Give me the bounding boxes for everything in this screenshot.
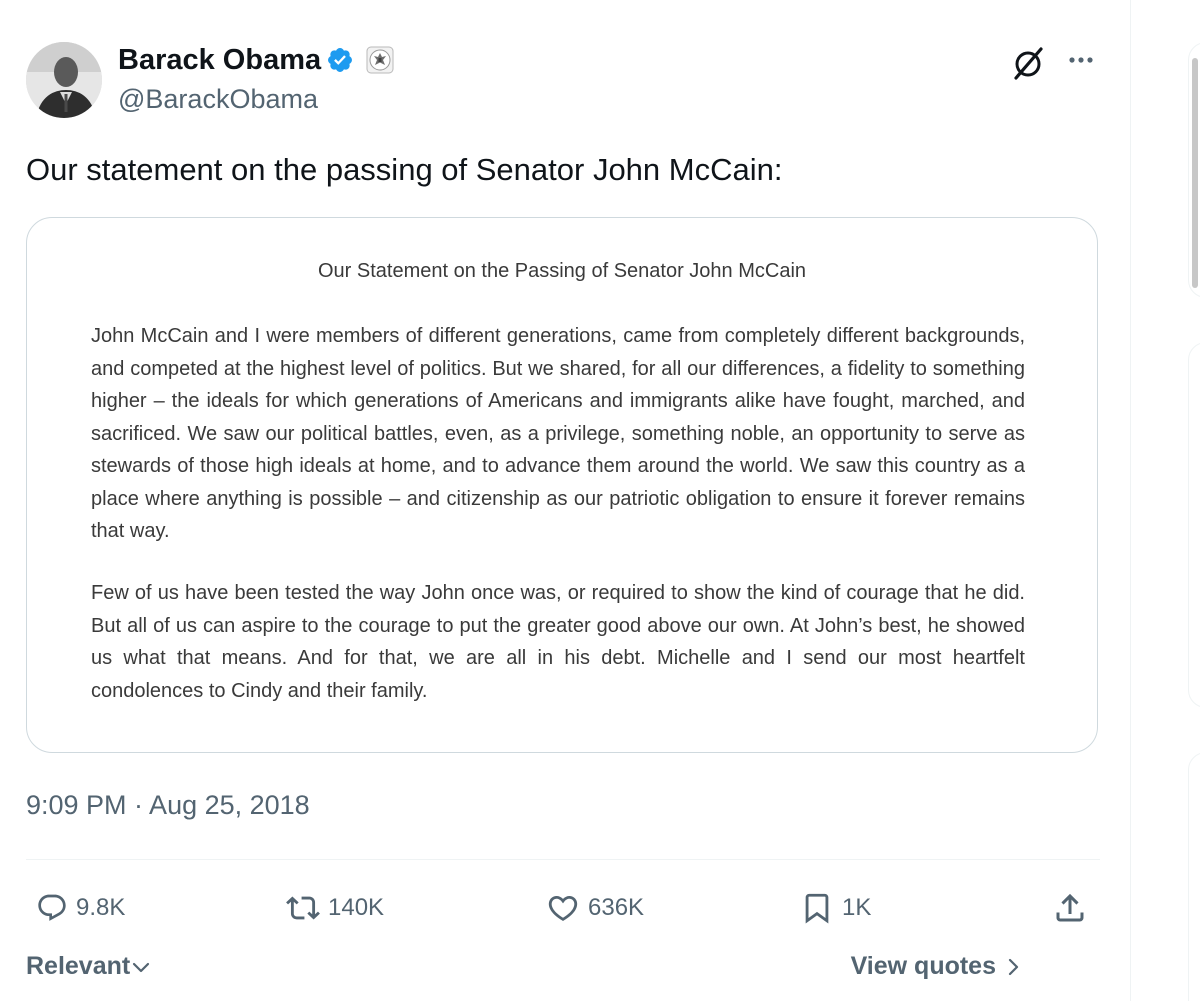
repost-icon <box>286 896 320 920</box>
reply-count: 9.8K <box>76 894 126 921</box>
government-seal-icon[interactable] <box>366 46 394 74</box>
share-button[interactable] <box>1052 888 1088 928</box>
handle[interactable]: @BarackObama <box>118 84 318 115</box>
bookmark-icon <box>805 893 829 924</box>
statement-paragraph-1: John McCain and I were members of differ… <box>91 325 1025 542</box>
chevron-down-icon <box>133 962 150 972</box>
share-icon <box>1056 893 1084 922</box>
tweet-detail: Barack Obama @BarackObama Our statement … <box>0 0 1131 1001</box>
like-button[interactable]: 636K <box>546 888 644 928</box>
sidebar-panel <box>1188 752 1200 1001</box>
avatar[interactable] <box>26 42 102 118</box>
sort-replies-dropdown[interactable]: Relevant <box>26 952 152 981</box>
like-count: 636K <box>588 894 645 921</box>
verified-badge-icon[interactable] <box>326 46 354 74</box>
scrollbar-thumb[interactable] <box>1192 58 1198 288</box>
display-name[interactable]: Barack Obama <box>118 44 321 77</box>
repost-button[interactable]: 140K <box>286 888 384 928</box>
view-quotes-link[interactable]: View quotes <box>851 952 1024 981</box>
statement-title: Our Statement on the Passing of Senator … <box>317 260 807 282</box>
tweet-text: Our statement on the passing of Senator … <box>26 152 783 187</box>
tweet-timestamp[interactable]: 9:09 PM · Aug 25, 2018 <box>26 790 310 821</box>
statement-paragraph-2: Few of us have been tested the way John … <box>91 582 1025 702</box>
more-icon[interactable] <box>1066 50 1096 70</box>
sort-label: Relevant <box>26 952 131 980</box>
bookmark-count: 1K <box>842 894 872 921</box>
reply-icon <box>38 894 66 921</box>
bookmark-button[interactable]: 1K <box>800 888 871 928</box>
chevron-right-icon <box>1008 958 1019 975</box>
sidebar-panel <box>1188 342 1200 708</box>
heart-icon <box>548 895 578 921</box>
statement-image[interactable]: Our Statement on the Passing of Senator … <box>26 217 1098 753</box>
view-quotes-label: View quotes <box>850 952 996 980</box>
repost-count: 140K <box>328 894 385 921</box>
grok-icon[interactable] <box>1010 44 1048 82</box>
reply-button[interactable]: 9.8K <box>36 888 125 928</box>
divider <box>26 859 1100 860</box>
